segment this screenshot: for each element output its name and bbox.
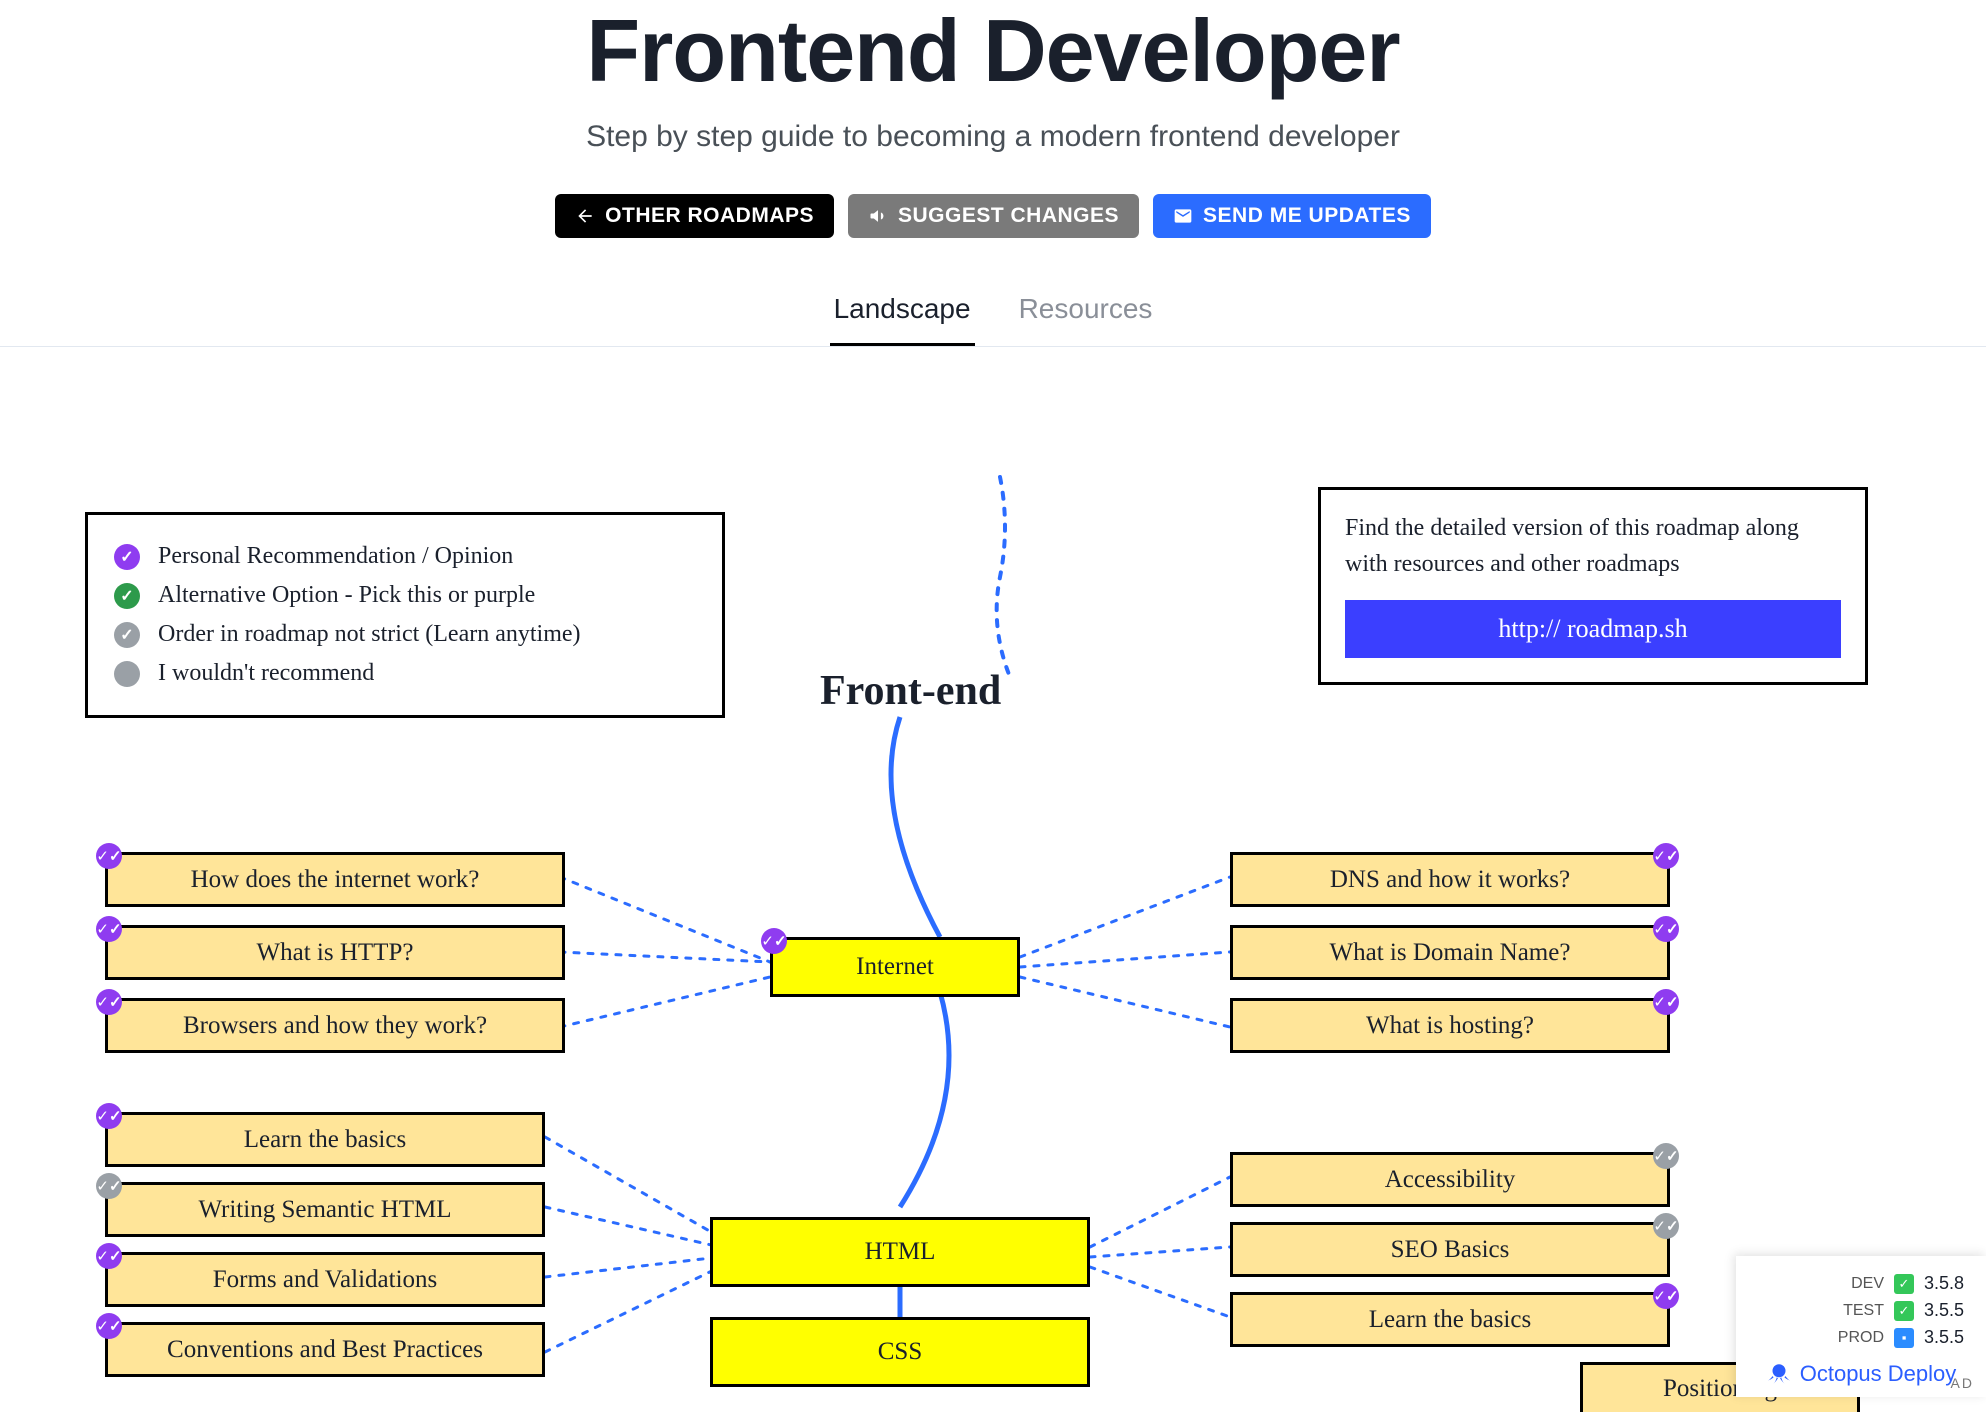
node-label: Writing Semantic HTML xyxy=(198,1196,451,1224)
send-updates-button[interactable]: SEND ME UPDATES xyxy=(1153,194,1431,238)
check-icon-purple: ✓ xyxy=(96,989,122,1015)
arrow-left-icon xyxy=(575,206,595,226)
send-updates-label: SEND ME UPDATES xyxy=(1203,204,1411,228)
other-roadmaps-button[interactable]: OTHER ROADMAPS xyxy=(555,194,834,238)
legend-box: Personal Recommendation / Opinion Altern… xyxy=(85,512,725,718)
roadmap-diagram: Personal Recommendation / Opinion Altern… xyxy=(0,377,1986,1397)
node-label: SEO Basics xyxy=(1391,1236,1510,1264)
check-icon-purple xyxy=(114,544,140,570)
check-icon-purple: ✓ xyxy=(96,916,122,942)
suggest-changes-button[interactable]: SUGGEST CHANGES xyxy=(848,194,1139,238)
legend-label: I wouldn't recommend xyxy=(158,660,374,687)
ad-label: AD xyxy=(1951,1375,1974,1391)
env-label: DEV xyxy=(1834,1275,1884,1293)
diagram-title: Front-end xyxy=(820,667,1001,715)
check-icon-gray: ✓ xyxy=(1653,1213,1679,1239)
node-label: Learn the basics xyxy=(244,1126,406,1154)
node-label: Learn the basics xyxy=(1369,1306,1531,1334)
check-icon: ✓ xyxy=(1894,1274,1914,1294)
brand-label: Octopus Deploy xyxy=(1800,1361,1957,1387)
node-label: How does the internet work? xyxy=(191,866,480,894)
tab-landscape[interactable]: Landscape xyxy=(830,293,975,346)
widget-brand: Octopus Deploy xyxy=(1754,1361,1968,1387)
box-icon: ▪ xyxy=(1894,1328,1914,1348)
check-icon-purple: ✓ xyxy=(96,1103,122,1129)
env-label: PROD xyxy=(1834,1329,1884,1347)
roadmap-link-button[interactable]: http:// roadmap.sh xyxy=(1345,600,1841,658)
node-label: Forms and Validations xyxy=(213,1266,438,1294)
leaf-hosting[interactable]: ✓ What is hosting? xyxy=(1230,998,1670,1053)
legend-item-not-recommend: I wouldn't recommend xyxy=(114,654,696,693)
check-icon-green xyxy=(114,583,140,609)
tab-resources[interactable]: Resources xyxy=(1015,293,1157,346)
leaf-internet-work[interactable]: ✓ How does the internet work? xyxy=(105,852,565,907)
node-label: What is Domain Name? xyxy=(1330,939,1571,967)
check-icon: ✓ xyxy=(1894,1301,1914,1321)
megaphone-icon xyxy=(868,206,888,226)
legend-item-anytime: Order in roadmap not strict (Learn anyti… xyxy=(114,615,696,654)
version-label: 3.5.8 xyxy=(1924,1273,1968,1294)
node-label: Accessibility xyxy=(1385,1166,1516,1194)
dot-icon-gray xyxy=(114,661,140,687)
check-icon-purple: ✓ xyxy=(761,928,787,954)
check-icon-gray: ✓ xyxy=(1653,1143,1679,1169)
check-icon-purple: ✓ xyxy=(1653,843,1679,869)
leaf-http[interactable]: ✓ What is HTTP? xyxy=(105,925,565,980)
legend-item-alternative: Alternative Option - Pick this or purple xyxy=(114,576,696,615)
node-css[interactable]: CSS xyxy=(710,1317,1090,1387)
check-icon-purple: ✓ xyxy=(96,1313,122,1339)
node-internet[interactable]: ✓ Internet xyxy=(770,937,1020,997)
widget-row-dev: DEV ✓ 3.5.8 xyxy=(1754,1270,1968,1297)
info-text: Find the detailed version of this roadma… xyxy=(1345,510,1841,582)
version-label: 3.5.5 xyxy=(1924,1300,1968,1321)
leaf-browsers[interactable]: ✓ Browsers and how they work? xyxy=(105,998,565,1053)
leaf-domain[interactable]: ✓ What is Domain Name? xyxy=(1230,925,1670,980)
node-label: DNS and how it works? xyxy=(1330,866,1570,894)
node-html[interactable]: HTML xyxy=(710,1217,1090,1287)
leaf-css-basics[interactable]: ✓ Learn the basics xyxy=(1230,1292,1670,1347)
node-label: HTML xyxy=(865,1238,936,1266)
leaf-forms[interactable]: ✓ Forms and Validations xyxy=(105,1252,545,1307)
check-icon-purple: ✓ xyxy=(1653,989,1679,1015)
node-label: What is hosting? xyxy=(1366,1012,1534,1040)
env-label: TEST xyxy=(1834,1302,1884,1320)
envelope-icon xyxy=(1173,206,1193,226)
check-icon-gray: ✓ xyxy=(96,1173,122,1199)
leaf-semantic[interactable]: ✓ Writing Semantic HTML xyxy=(105,1182,545,1237)
legend-label: Order in roadmap not strict (Learn anyti… xyxy=(158,621,581,648)
check-icon-gray xyxy=(114,622,140,648)
leaf-dns[interactable]: ✓ DNS and how it works? xyxy=(1230,852,1670,907)
leaf-basics[interactable]: ✓ Learn the basics xyxy=(105,1112,545,1167)
widget-row-prod: PROD ▪ 3.5.5 xyxy=(1754,1324,1968,1351)
leaf-accessibility[interactable]: ✓ Accessibility xyxy=(1230,1152,1670,1207)
page-subtitle: Step by step guide to becoming a modern … xyxy=(0,120,1986,154)
page-title: Frontend Developer xyxy=(0,0,1986,102)
octopus-icon xyxy=(1766,1361,1792,1387)
suggest-changes-label: SUGGEST CHANGES xyxy=(898,204,1119,228)
info-box: Find the detailed version of this roadma… xyxy=(1318,487,1868,685)
legend-item-recommend: Personal Recommendation / Opinion xyxy=(114,537,696,576)
version-label: 3.5.5 xyxy=(1924,1327,1968,1348)
node-label: Internet xyxy=(856,953,934,981)
check-icon-purple: ✓ xyxy=(1653,1283,1679,1309)
widget-row-test: TEST ✓ 3.5.5 xyxy=(1754,1297,1968,1324)
node-label: Browsers and how they work? xyxy=(183,1012,487,1040)
check-icon-purple: ✓ xyxy=(1653,916,1679,942)
node-label: Conventions and Best Practices xyxy=(167,1336,483,1364)
check-icon-purple: ✓ xyxy=(96,843,122,869)
leaf-seo[interactable]: ✓ SEO Basics xyxy=(1230,1222,1670,1277)
legend-label: Alternative Option - Pick this or purple xyxy=(158,582,535,609)
ad-widget[interactable]: DEV ✓ 3.5.8 TEST ✓ 3.5.5 PROD ▪ 3.5.5 Oc… xyxy=(1736,1256,1986,1397)
other-roadmaps-label: OTHER ROADMAPS xyxy=(605,204,814,228)
check-icon-purple: ✓ xyxy=(96,1243,122,1269)
node-label: What is HTTP? xyxy=(257,939,414,967)
leaf-conventions[interactable]: ✓ Conventions and Best Practices xyxy=(105,1322,545,1377)
node-label: CSS xyxy=(878,1338,922,1366)
legend-label: Personal Recommendation / Opinion xyxy=(158,543,513,570)
